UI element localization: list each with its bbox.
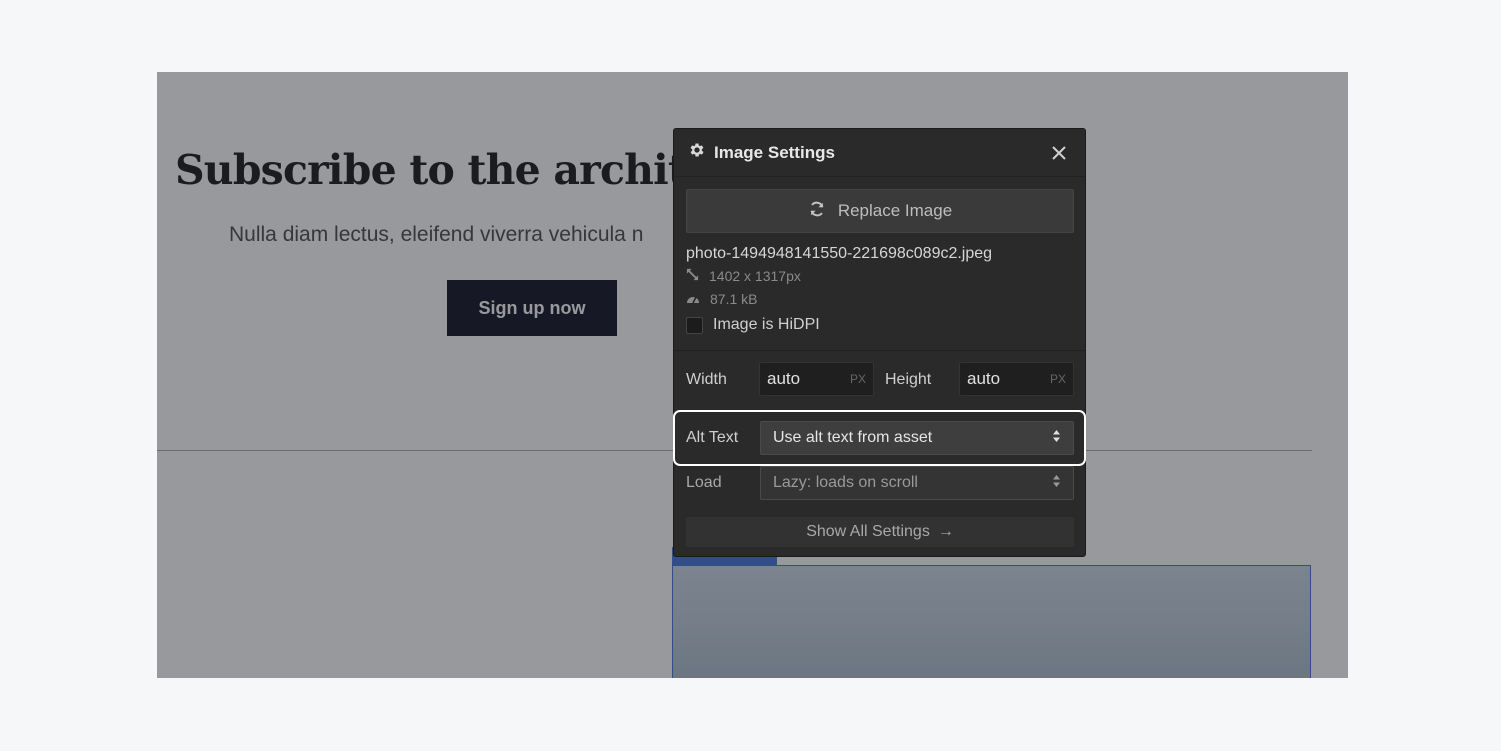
image-filesize-text: 87.1 kB xyxy=(710,291,758,307)
image-filesize: 87.1 kB xyxy=(686,291,757,307)
hidpi-checkbox[interactable] xyxy=(686,316,703,334)
height-input[interactable]: auto PX xyxy=(959,362,1074,396)
height-value: auto xyxy=(967,369,1001,388)
refresh-icon xyxy=(808,200,838,223)
close-icon[interactable] xyxy=(1047,141,1071,165)
width-label: Width xyxy=(686,371,727,388)
updown-arrows-icon xyxy=(1052,474,1061,493)
panel-separator xyxy=(674,350,1085,351)
load-label: Load xyxy=(686,474,722,491)
image-dimensions: 1402 x 1317px xyxy=(686,268,801,284)
arrow-right-icon: → xyxy=(937,523,954,540)
gauge-icon xyxy=(686,291,710,307)
image-filename: photo-1494948141550-221698c089c2.jpeg xyxy=(686,245,993,262)
height-label: Height xyxy=(885,371,932,388)
load-select[interactable]: Lazy: loads on scroll xyxy=(760,466,1074,500)
width-value: auto xyxy=(767,369,801,388)
image-dimensions-text: 1402 x 1317px xyxy=(709,268,801,284)
show-all-settings-button[interactable]: Show All Settings → xyxy=(686,517,1074,547)
image-settings-panel: Image Settings Replace Image photo-14949… xyxy=(673,128,1086,557)
width-unit[interactable]: PX xyxy=(850,372,866,386)
replace-image-button[interactable]: Replace Image xyxy=(686,189,1074,233)
alt-text-highlight xyxy=(673,410,1086,466)
show-all-settings-label: Show All Settings xyxy=(806,523,930,540)
hidpi-label: Image is HiDPI xyxy=(713,316,820,333)
gear-icon xyxy=(688,141,706,164)
height-unit[interactable]: PX xyxy=(1050,372,1066,386)
resize-icon xyxy=(686,268,709,284)
panel-title: Image Settings xyxy=(714,142,835,162)
panel-header: Image Settings xyxy=(674,129,1085,177)
hidpi-option[interactable]: Image is HiDPI xyxy=(686,316,820,334)
load-value: Lazy: loads on scroll xyxy=(773,474,918,491)
width-input[interactable]: auto PX xyxy=(759,362,874,396)
replace-image-label: Replace Image xyxy=(837,201,953,220)
